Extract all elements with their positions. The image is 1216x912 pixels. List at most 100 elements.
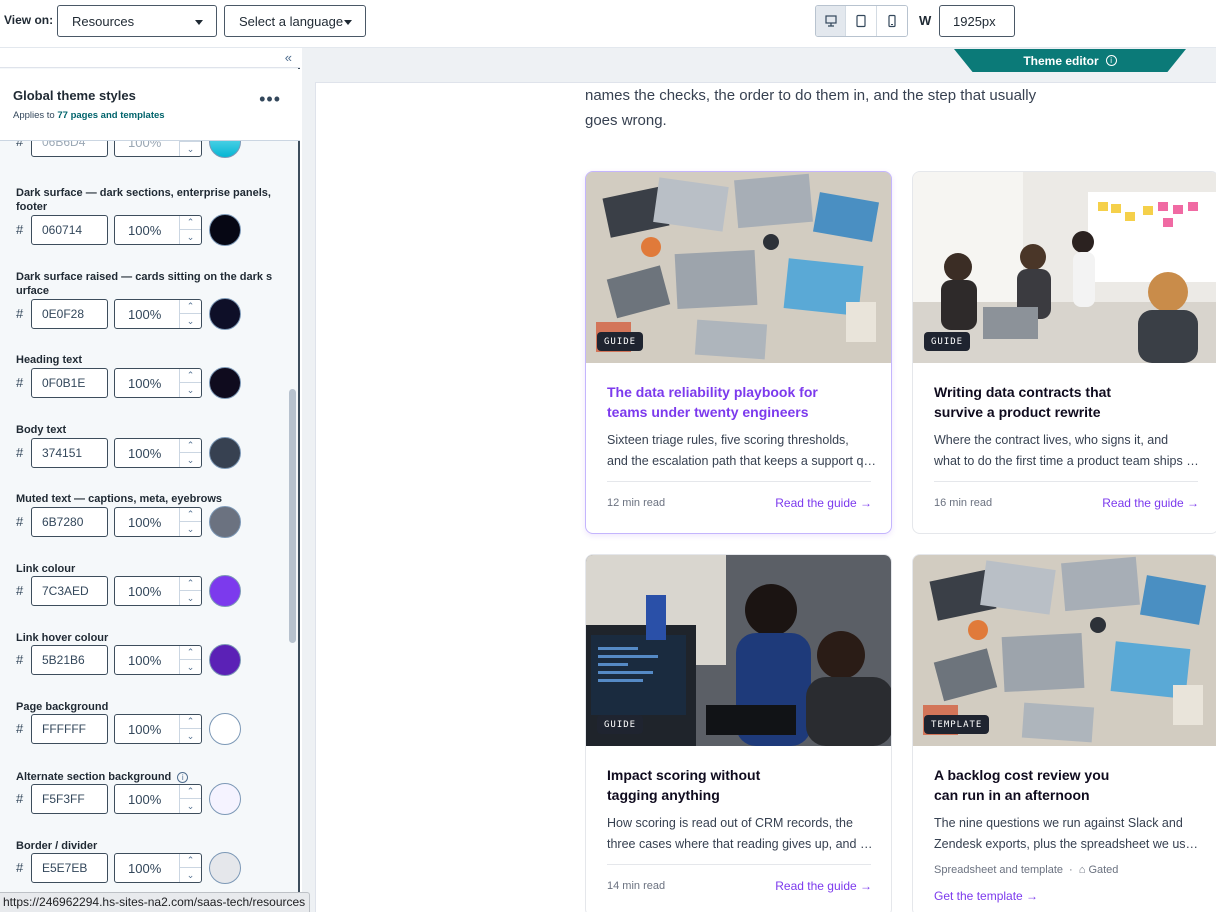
chevron-down-icon[interactable]: ⌄ bbox=[180, 591, 201, 605]
hex-input[interactable]: 5B21B6 bbox=[31, 645, 108, 675]
chevron-up-icon[interactable]: ⌃ bbox=[180, 216, 201, 230]
opacity-input[interactable]: 100% ⌃ ⌄ bbox=[114, 438, 202, 468]
hex-input[interactable]: 374151 bbox=[31, 438, 108, 468]
card-tag: GUIDE bbox=[597, 332, 644, 351]
hex-input[interactable]: E5E7EB bbox=[31, 853, 108, 883]
more-options-icon[interactable]: ••• bbox=[259, 89, 281, 110]
chevron-up-icon[interactable]: ⌃ bbox=[180, 715, 201, 729]
color-swatch[interactable] bbox=[209, 506, 241, 538]
card-title[interactable]: Impact scoring without tagging anything bbox=[607, 765, 847, 805]
chevron-up-icon[interactable]: ⌃ bbox=[180, 300, 201, 314]
opacity-value: 100% bbox=[128, 445, 162, 461]
hex-input[interactable]: 6B7280 bbox=[31, 507, 108, 537]
color-swatch[interactable] bbox=[209, 367, 241, 399]
chevron-down-icon[interactable]: ⌄ bbox=[180, 383, 201, 397]
card-title[interactable]: The data reliability playbook for teams u… bbox=[607, 382, 847, 422]
chevron-up-icon[interactable]: ⌃ bbox=[180, 369, 201, 383]
color-swatch[interactable] bbox=[209, 141, 241, 158]
opacity-stepper[interactable]: ⌃ ⌄ bbox=[179, 300, 201, 328]
hex-input[interactable]: 060714 bbox=[31, 215, 108, 245]
chevron-down-icon[interactable]: ⌄ bbox=[180, 314, 201, 328]
color-row: #374151 100% ⌃ ⌄ bbox=[16, 437, 276, 469]
resource-card[interactable]: TEMPLATE A backlog cost review you can run… bbox=[912, 554, 1216, 912]
chevron-down-icon[interactable]: ⌄ bbox=[180, 522, 201, 536]
page-select[interactable]: Resources bbox=[57, 5, 217, 37]
opacity-input[interactable]: 100% ⌃ ⌄ bbox=[114, 215, 202, 245]
opacity-stepper[interactable]: ⌃ ⌄ bbox=[179, 577, 201, 605]
language-select[interactable]: Select a language bbox=[224, 5, 366, 37]
opacity-stepper[interactable]: ⌃ ⌄ bbox=[179, 646, 201, 674]
card-cta-link[interactable]: Read the guide → bbox=[1102, 496, 1199, 510]
panel-scrollbar[interactable] bbox=[289, 389, 296, 643]
applies-link[interactable]: 77 pages and templates bbox=[57, 110, 164, 121]
opacity-stepper[interactable]: ⌃ ⌄ bbox=[179, 216, 201, 244]
color-swatch[interactable] bbox=[209, 437, 241, 469]
chevron-down-icon[interactable]: ⌄ bbox=[180, 660, 201, 674]
mobile-view-button[interactable] bbox=[876, 6, 907, 36]
hex-input[interactable]: 7C3AED bbox=[31, 576, 108, 606]
tablet-view-button[interactable] bbox=[846, 6, 877, 36]
chevron-down-icon[interactable]: ⌄ bbox=[180, 453, 201, 467]
resource-card[interactable]: GUIDE Impact scoring without tagging anyth… bbox=[585, 554, 892, 912]
opacity-stepper[interactable]: ⌃ ⌄ bbox=[179, 141, 201, 156]
color-field: Body text #374151 100% ⌃ ⌄ bbox=[16, 423, 276, 469]
chevron-down-icon[interactable]: ⌄ bbox=[180, 868, 201, 882]
color-swatch[interactable] bbox=[209, 852, 241, 884]
color-swatch[interactable] bbox=[209, 214, 241, 246]
chevron-up-icon[interactable]: ⌃ bbox=[180, 785, 201, 799]
chevron-down-icon[interactable]: ⌄ bbox=[180, 729, 201, 743]
opacity-value: 100% bbox=[128, 222, 162, 238]
card-cta-link[interactable]: Get the template → bbox=[934, 889, 1038, 903]
chevron-up-icon[interactable]: ⌃ bbox=[180, 508, 201, 522]
color-field: Link colour #7C3AED 100% ⌃ ⌄ bbox=[16, 562, 276, 607]
color-swatch[interactable] bbox=[209, 713, 241, 745]
preview-frame: names the checks, the order to do them i… bbox=[315, 82, 1216, 912]
resource-card[interactable]: GUIDE The data reliability playbook for te… bbox=[585, 171, 892, 534]
opacity-input[interactable]: 100% ⌃ ⌄ bbox=[114, 784, 202, 814]
chevron-up-icon[interactable]: ⌃ bbox=[180, 439, 201, 453]
color-swatch[interactable] bbox=[209, 575, 241, 607]
color-swatch[interactable] bbox=[209, 644, 241, 676]
chevron-up-icon[interactable]: ⌃ bbox=[180, 577, 201, 591]
info-icon[interactable]: i bbox=[1105, 55, 1117, 66]
opacity-input[interactable]: 100% ⌃ ⌄ bbox=[114, 141, 202, 157]
opacity-input[interactable]: 100% ⌃ ⌄ bbox=[114, 576, 202, 606]
opacity-stepper[interactable]: ⌃ ⌄ bbox=[179, 369, 201, 397]
resource-card[interactable]: GUIDE Writing data contracts that survive … bbox=[912, 171, 1216, 534]
desktop-view-button[interactable] bbox=[816, 6, 847, 36]
chevron-down-icon[interactable]: ⌄ bbox=[180, 142, 201, 156]
opacity-input[interactable]: 100% ⌃ ⌄ bbox=[114, 507, 202, 537]
card-title[interactable]: A backlog cost review you can run in an a… bbox=[934, 765, 1174, 805]
intro-line: names the checks, the order to do them i… bbox=[585, 87, 1037, 104]
opacity-stepper[interactable]: ⌃ ⌄ bbox=[179, 439, 201, 467]
chevron-up-icon[interactable]: ⌃ bbox=[180, 854, 201, 868]
opacity-input[interactable]: 100% ⌃ ⌄ bbox=[114, 853, 202, 883]
card-cta-link[interactable]: Read the guide → bbox=[775, 496, 872, 510]
hex-input[interactable]: 0F0B1E bbox=[31, 368, 108, 398]
chevron-up-icon[interactable]: ⌃ bbox=[180, 646, 201, 660]
color-fields-list: # 06B6D4 100% ⌃ ⌄ Dark surface — dark se… bbox=[0, 141, 286, 912]
opacity-input[interactable]: 100% ⌃ ⌄ bbox=[114, 299, 202, 329]
opacity-input[interactable]: 100% ⌃ ⌄ bbox=[114, 645, 202, 675]
opacity-stepper[interactable]: ⌃ ⌄ bbox=[179, 785, 201, 813]
hex-input[interactable]: 06B6D4 bbox=[31, 141, 108, 157]
theme-editor-tab[interactable]: Theme editor i bbox=[954, 49, 1186, 72]
color-swatch[interactable] bbox=[209, 783, 241, 815]
opacity-stepper[interactable]: ⌃ ⌄ bbox=[179, 508, 201, 536]
card-cta-link[interactable]: Read the guide → bbox=[775, 879, 872, 893]
opacity-input[interactable]: 100% ⌃ ⌄ bbox=[114, 368, 202, 398]
card-title[interactable]: Writing data contracts that survive a pro… bbox=[934, 382, 1174, 422]
width-input[interactable]: 1925px bbox=[939, 5, 1015, 37]
opacity-input[interactable]: 100% ⌃ ⌄ bbox=[114, 714, 202, 744]
hex-input[interactable]: FFFFFF bbox=[31, 714, 108, 744]
color-swatch[interactable] bbox=[209, 298, 241, 330]
info-icon[interactable]: i bbox=[177, 772, 189, 783]
hex-input[interactable]: F5F3FF bbox=[31, 784, 108, 814]
hex-input[interactable]: 0E0F28 bbox=[31, 299, 108, 329]
chevron-down-icon[interactable]: ⌄ bbox=[180, 230, 201, 244]
hash-symbol: # bbox=[16, 791, 24, 806]
opacity-stepper[interactable]: ⌃ ⌄ bbox=[179, 854, 201, 882]
opacity-stepper[interactable]: ⌃ ⌄ bbox=[179, 715, 201, 743]
collapse-panel-icon[interactable]: « bbox=[285, 50, 292, 65]
chevron-down-icon[interactable]: ⌄ bbox=[180, 799, 201, 813]
